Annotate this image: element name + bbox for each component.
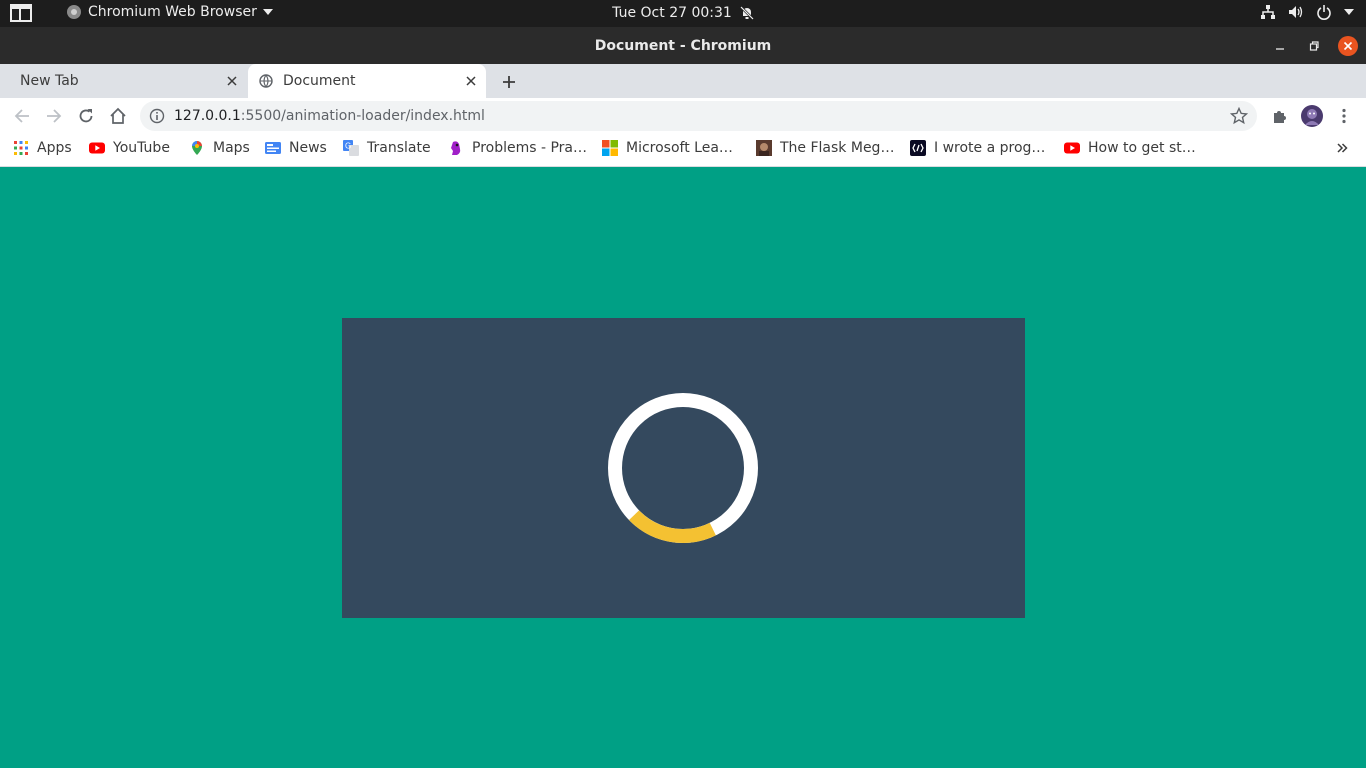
- bookmark-label: I wrote a prog…: [934, 140, 1046, 156]
- loading-spinner: [608, 393, 758, 543]
- clock-area: Tue Oct 27 00:31: [0, 5, 1366, 21]
- caret-down-icon: [1344, 9, 1354, 15]
- chevron-double-right-icon: [1337, 143, 1348, 153]
- kebab-menu-icon: [1342, 108, 1346, 124]
- bookmark-label: Microsoft Lea…: [626, 140, 733, 156]
- hackerrank-icon: [451, 141, 461, 155]
- bookmark-label: How to get st…: [1088, 140, 1196, 156]
- home-button[interactable]: [107, 105, 129, 127]
- arrow-right-icon: [47, 109, 62, 123]
- plus-icon: [503, 76, 515, 88]
- bookmark-label: News: [289, 140, 327, 156]
- bookmark-apps[interactable]: Apps: [13, 140, 72, 156]
- tab-new-tab[interactable]: New Tab: [0, 64, 246, 98]
- tab-label: New Tab: [20, 73, 79, 89]
- puzzle-icon: [1274, 111, 1286, 123]
- browser-toolbar: 127.0.0.1:5500/animation-loader/index.ht…: [0, 98, 1366, 134]
- bookmark-microsoft-learn[interactable]: Microsoft Lea…: [602, 140, 733, 156]
- bookmark-label: Problems - Pra…: [472, 140, 588, 156]
- forward-button[interactable]: [43, 105, 65, 127]
- window-titlebar: Document - Chromium: [0, 27, 1366, 64]
- url-text[interactable]: 127.0.0.1:5500/animation-loader/index.ht…: [174, 108, 485, 124]
- reload-button[interactable]: [75, 105, 97, 127]
- youtube-icon: [1064, 142, 1080, 154]
- bookmark-youtube[interactable]: YouTube: [89, 140, 170, 156]
- tab-label: Document: [283, 73, 356, 89]
- youtube-icon: [89, 142, 105, 154]
- notifications-muted-icon: [739, 6, 754, 20]
- spinner-arc: [608, 393, 758, 543]
- svg-text:G: G: [345, 142, 351, 151]
- bookmark-how-to-get-started[interactable]: How to get st…: [1064, 140, 1196, 156]
- url-path: :5500/animation-loader/index.html: [240, 108, 485, 124]
- bookmark-dev-post[interactable]: I wrote a prog…: [910, 140, 1045, 156]
- extensions-button[interactable]: [1269, 105, 1291, 127]
- flask-avatar-icon: [756, 140, 772, 156]
- network-icon: [1261, 5, 1275, 19]
- tab-strip: New Tab Document: [0, 64, 1366, 98]
- tab-close-icon[interactable]: [463, 73, 479, 89]
- power-icon: [1317, 5, 1331, 20]
- avatar: [1301, 105, 1323, 127]
- maps-pin-icon: [192, 141, 202, 155]
- clock-label[interactable]: Tue Oct 27 00:31: [612, 5, 732, 21]
- address-bar[interactable]: 127.0.0.1:5500/animation-loader/index.ht…: [140, 101, 1257, 131]
- reload-icon: [79, 109, 93, 123]
- bookmark-news[interactable]: News: [265, 140, 327, 156]
- arrow-left-icon: [14, 109, 29, 123]
- apps-grid-icon: [14, 141, 28, 155]
- tab-document[interactable]: Document: [248, 64, 486, 98]
- page-content: [0, 168, 1366, 768]
- system-tray[interactable]: [1260, 4, 1354, 20]
- minimize-button[interactable]: [1270, 36, 1290, 56]
- restore-icon: [1309, 41, 1319, 51]
- bookmark-flask-mega[interactable]: The Flask Meg…: [756, 140, 894, 156]
- back-button[interactable]: [11, 105, 33, 127]
- bookmarks-bar: Apps YouTube Maps News G Translate Probl…: [0, 134, 1366, 167]
- bookmark-star-icon[interactable]: [1230, 107, 1248, 125]
- volume-icon: [1289, 6, 1303, 18]
- bookmark-label: Translate: [367, 140, 431, 156]
- loader-panel: [342, 318, 1025, 618]
- maximize-button[interactable]: [1304, 36, 1324, 56]
- bookmark-label: Apps: [37, 140, 72, 156]
- close-window-button[interactable]: [1338, 36, 1358, 56]
- bookmark-label: The Flask Meg…: [780, 140, 895, 156]
- bookmark-label: Maps: [213, 140, 250, 156]
- new-tab-button[interactable]: [498, 71, 520, 93]
- bookmark-problems[interactable]: Problems - Pra…: [448, 140, 587, 156]
- profile-button[interactable]: [1301, 105, 1323, 127]
- microsoft-icon: [602, 140, 618, 156]
- bookmark-label: YouTube: [113, 140, 170, 156]
- bookmark-maps[interactable]: Maps: [189, 140, 250, 156]
- tab-close-icon[interactable]: [224, 73, 240, 89]
- info-icon[interactable]: [149, 108, 165, 124]
- globe-icon: [259, 74, 273, 88]
- translate-icon: G: [343, 140, 359, 156]
- bookmarks-overflow-button[interactable]: [1336, 142, 1348, 154]
- google-news-icon: [265, 142, 281, 154]
- bookmark-translate[interactable]: G Translate: [343, 140, 431, 156]
- dev-icon: [910, 140, 926, 156]
- close-icon: [1338, 36, 1358, 56]
- menu-button[interactable]: [1333, 105, 1355, 127]
- url-host: 127.0.0.1: [174, 108, 241, 124]
- minimize-icon: [1276, 48, 1284, 50]
- window-title: Document - Chromium: [594, 38, 772, 54]
- home-icon: [110, 107, 126, 124]
- system-top-bar: Chromium Web Browser Tue Oct 27 00:31: [0, 0, 1366, 27]
